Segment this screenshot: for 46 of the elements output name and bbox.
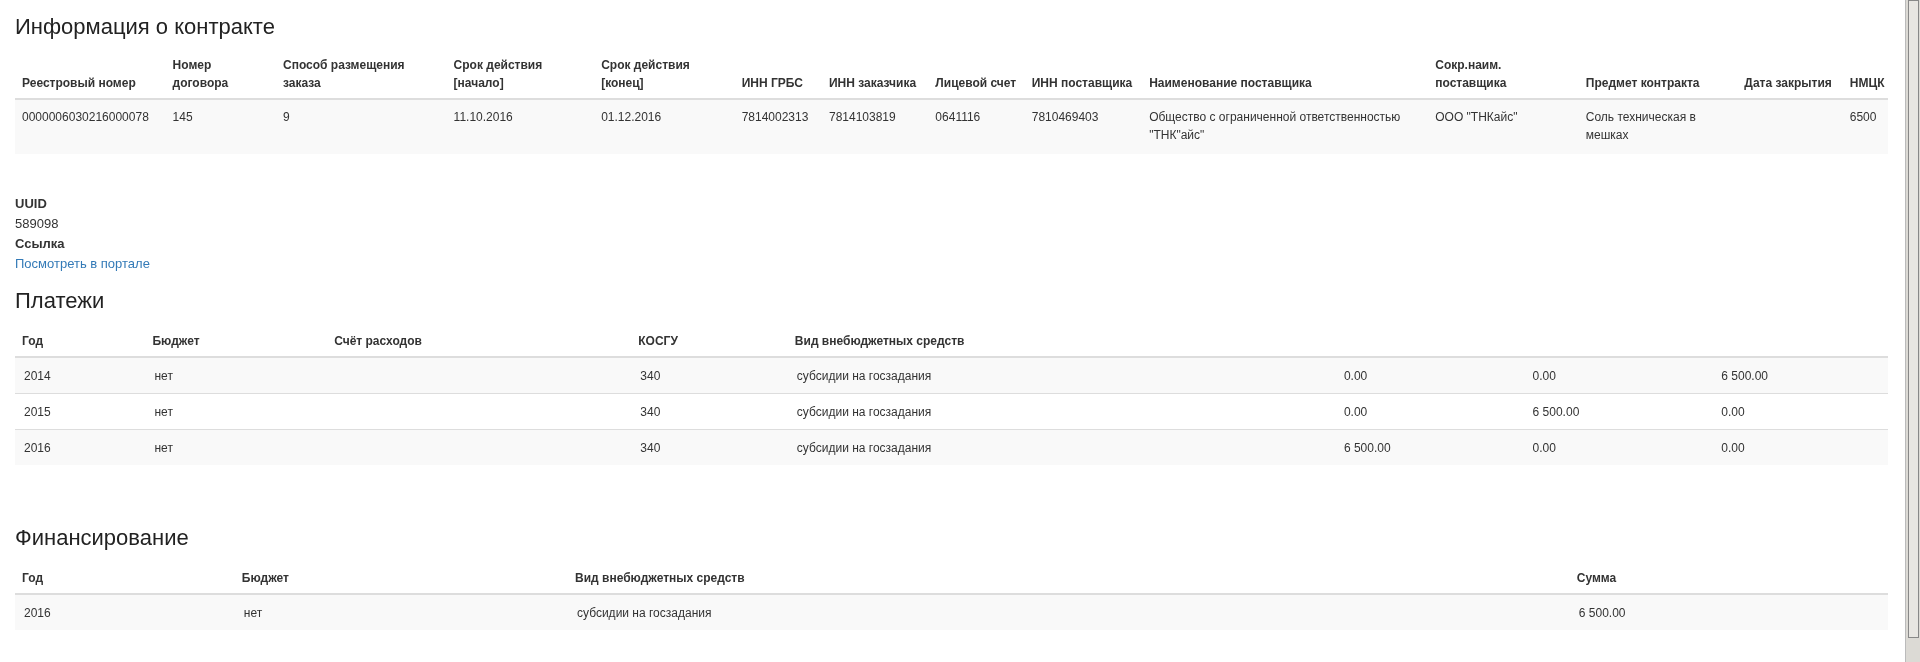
table-cell: 340 <box>640 369 661 383</box>
section-title: Информация о контракте <box>15 14 276 40</box>
table-cell: 6 500.00 <box>1578 606 1626 620</box>
table-cell: 6500 <box>1849 110 1877 124</box>
table-cell: субсидии на госзадания <box>796 405 932 419</box>
table-cell: субсидии на госзадания <box>796 441 932 455</box>
table-cell: 145 <box>172 110 193 124</box>
table-cell: нет <box>154 441 173 455</box>
table-cell: 2014 <box>24 369 51 383</box>
table-cell: нет <box>154 369 173 383</box>
table-cell: нет <box>243 606 263 620</box>
table-cell: 2016 <box>24 441 51 455</box>
table-cell: 0.00 <box>1721 441 1745 455</box>
table-cell: 340 <box>640 405 661 419</box>
table-cell: 2015 <box>24 405 51 419</box>
table-cell: 7814002313 <box>741 110 809 124</box>
table-cell: 6 500.00 <box>1343 441 1391 455</box>
table-cell: Общество с ограниченной ответственностью "ТНК"айс" <box>1149 110 1401 142</box>
table-cell: 6 500.00 <box>1532 405 1580 419</box>
table-cell: 0000006030216000078 <box>22 110 149 124</box>
table-cell: 0.00 <box>1343 369 1368 383</box>
field-label: Ссылка <box>15 235 66 253</box>
table-cell: 01.12.2016 <box>601 110 662 124</box>
table-cell: нет <box>154 405 173 419</box>
table-cell: ООО "ТНКайс" <box>1435 110 1518 124</box>
table-cell: 9 <box>282 110 290 124</box>
table-cell: 340 <box>640 441 661 455</box>
section-title: Финансирование <box>15 525 190 551</box>
table-cell: 2016 <box>24 606 51 620</box>
table-cell: 0.00 <box>1532 441 1556 455</box>
table-cell: 6 500.00 <box>1721 369 1768 383</box>
field-label: UUID <box>15 195 48 213</box>
section-title: Платежи <box>15 288 106 314</box>
portal-link[interactable]: Посмотреть в портале <box>15 256 150 271</box>
table-cell: 0.00 <box>1343 405 1368 419</box>
table-cell: 7814103819 <box>828 110 896 124</box>
field-value: 589098 <box>15 215 60 233</box>
table-cell: 7810469403 <box>1031 110 1099 124</box>
table-cell: 0.00 <box>1721 405 1745 419</box>
table-cell: 0641116 <box>935 110 981 124</box>
table-cell: Соль техническая в мешках <box>1585 110 1696 142</box>
table-cell: 0.00 <box>1532 369 1556 383</box>
scrollbar[interactable] <box>1905 0 1920 662</box>
table-cell: 11.10.2016 <box>453 110 513 124</box>
table-cell: субсидии на госзадания <box>577 606 712 620</box>
table-cell: субсидии на госзадания <box>796 369 932 383</box>
